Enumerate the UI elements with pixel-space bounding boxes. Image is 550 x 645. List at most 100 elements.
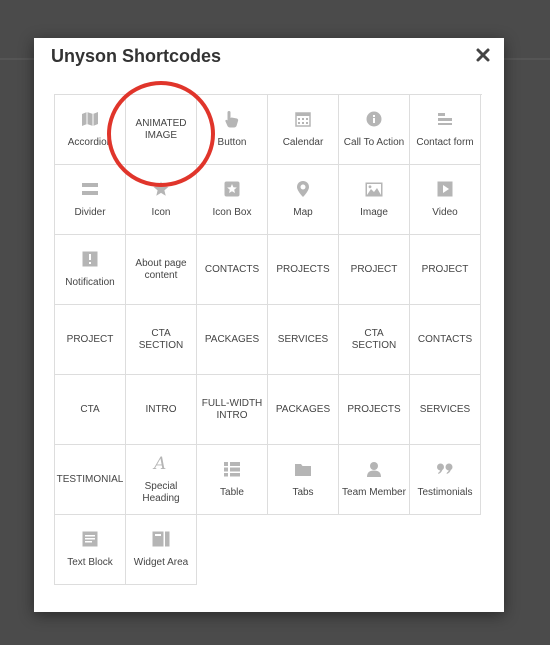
shortcode-item[interactable]: Divider	[55, 165, 126, 235]
shortcode-item[interactable]: Button	[197, 95, 268, 165]
shortcode-label: Button	[217, 137, 247, 148]
shortcode-label: PROJECT	[421, 263, 469, 275]
table-icon	[223, 460, 241, 478]
star-box-icon	[223, 180, 241, 198]
notification-icon	[81, 250, 99, 268]
shortcode-item[interactable]: Call To Action	[339, 95, 410, 165]
shortcode-label: FULL-WIDTH INTRO	[201, 397, 263, 421]
shortcode-item[interactable]: CONTACTS	[197, 235, 268, 305]
shortcode-item[interactable]: PROJECT	[410, 235, 481, 305]
shortcode-label: PROJECT	[66, 333, 114, 345]
shortcode-item[interactable]: PROJECTS	[339, 375, 410, 445]
shortcode-item[interactable]: TESTIMONIAL	[55, 445, 126, 515]
shortcode-label: SERVICES	[419, 403, 471, 415]
shortcode-item[interactable]: PACKAGES	[197, 305, 268, 375]
shortcode-item[interactable]: Contact form	[410, 95, 481, 165]
shortcode-label: Tabs	[292, 487, 314, 498]
shortcode-item[interactable]: CONTACTS	[410, 305, 481, 375]
shortcode-item[interactable]: Team Member	[339, 445, 410, 515]
shortcode-item[interactable]: PROJECT	[55, 305, 126, 375]
shortcode-item[interactable]: Notification	[55, 235, 126, 305]
shortcode-item[interactable]: Calendar	[268, 95, 339, 165]
shortcode-item[interactable]: Icon Box	[197, 165, 268, 235]
map-pin-icon	[294, 180, 312, 198]
shortcode-item[interactable]: Testimonials	[410, 445, 481, 515]
shortcode-label: About page content	[135, 257, 187, 281]
pointer-hand-icon	[223, 110, 241, 128]
shortcode-label: CTA	[80, 403, 100, 415]
shortcode-item[interactable]: SERVICES	[410, 375, 481, 445]
shortcode-label: Call To Action	[343, 137, 405, 148]
shortcode-item[interactable]: Tabs	[268, 445, 339, 515]
shortcode-label: Special Heading	[142, 481, 180, 504]
widget-icon	[152, 530, 170, 548]
shortcode-item[interactable]: Table	[197, 445, 268, 515]
shortcode-label: Team Member	[342, 487, 406, 498]
shortcode-label: PROJECTS	[276, 263, 330, 275]
shortcode-label: Divider	[74, 207, 106, 218]
shortcode-label: ANIMATED IMAGE	[135, 117, 187, 141]
star-icon	[152, 180, 170, 198]
shortcode-label: Image	[360, 207, 388, 218]
shortcode-item[interactable]: INTRO	[126, 375, 197, 445]
video-icon	[436, 180, 454, 198]
calendar-icon	[294, 110, 312, 128]
modal-title: Unyson Shortcodes	[51, 46, 222, 66]
shortcode-item[interactable]: CTA SECTION	[339, 305, 410, 375]
map-icon	[81, 110, 99, 128]
shortcode-label: INTRO	[145, 403, 177, 415]
info-icon	[365, 110, 383, 128]
shortcode-item[interactable]: About page content	[126, 235, 197, 305]
shortcode-item[interactable]: PROJECTS	[268, 235, 339, 305]
shortcode-label: CTA SECTION	[138, 327, 184, 351]
background-divider	[0, 58, 34, 60]
shortcode-label: CONTACTS	[417, 333, 473, 345]
shortcode-item[interactable]: ANIMATED IMAGE	[126, 95, 197, 165]
shortcode-label: Icon Box	[212, 207, 252, 218]
quote-icon	[436, 460, 454, 478]
shortcode-label: Calendar	[282, 137, 324, 148]
shortcode-label: Table	[220, 487, 244, 498]
shortcode-item[interactable]: FULL-WIDTH INTRO	[197, 375, 268, 445]
shortcode-item[interactable]: Text Block	[55, 515, 126, 585]
shortcode-label: Contact form	[416, 137, 474, 148]
shortcode-item[interactable]: Image	[339, 165, 410, 235]
text-block-icon	[81, 530, 99, 548]
shortcode-item[interactable]: Widget Area	[126, 515, 197, 585]
shortcode-item[interactable]: PACKAGES	[268, 375, 339, 445]
shortcode-label: PACKAGES	[275, 403, 331, 415]
shortcode-label: Widget Area	[133, 557, 189, 568]
close-icon	[476, 48, 490, 62]
shortcode-grid: Accordion ANIMATED IMAGE Button Calendar Cal…	[54, 94, 482, 585]
shortcode-item[interactable]: PROJECT	[339, 235, 410, 305]
shortcode-item[interactable]: Video	[410, 165, 481, 235]
shortcode-label: PROJECTS	[347, 403, 401, 415]
shortcode-label: TESTIMONIAL	[56, 473, 124, 485]
background-divider	[504, 58, 550, 60]
modal-header: Unyson Shortcodes	[34, 38, 504, 76]
close-button[interactable]	[472, 44, 494, 66]
shortcode-item[interactable]: A Special Heading	[126, 445, 197, 515]
shortcode-item[interactable]: CTA SECTION	[126, 305, 197, 375]
shortcode-label: SERVICES	[277, 333, 329, 345]
shortcode-label: PROJECT	[350, 263, 398, 275]
shortcode-item[interactable]: Accordion	[55, 95, 126, 165]
shortcodes-modal: Unyson Shortcodes Accordion ANIMATED IMAG…	[34, 38, 504, 612]
script-a-icon: A	[152, 454, 170, 472]
svg-text:A: A	[152, 454, 166, 472]
shortcode-label: Accordion	[67, 137, 113, 148]
user-icon	[365, 460, 383, 478]
form-icon	[436, 110, 454, 128]
shortcode-label: Text Block	[67, 557, 113, 568]
shortcode-label: Map	[293, 207, 313, 218]
shortcode-label: PACKAGES	[204, 333, 260, 345]
shortcode-label: Notification	[65, 277, 115, 288]
shortcode-item[interactable]: Map	[268, 165, 339, 235]
shortcode-item[interactable]: SERVICES	[268, 305, 339, 375]
shortcode-item[interactable]: CTA	[55, 375, 126, 445]
folder-icon	[294, 460, 312, 478]
divider-icon	[81, 180, 99, 198]
shortcode-label: Video	[432, 207, 458, 218]
image-icon	[365, 180, 383, 198]
shortcode-item[interactable]: Icon	[126, 165, 197, 235]
